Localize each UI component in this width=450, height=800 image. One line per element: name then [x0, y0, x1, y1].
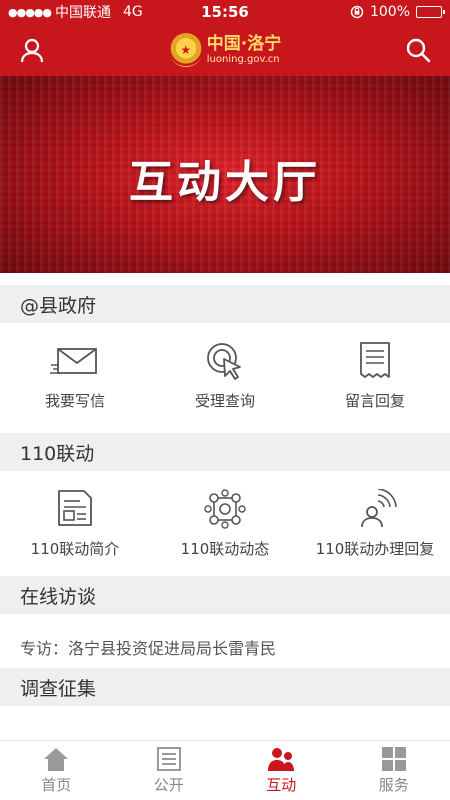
tab-interact-label: 互动: [266, 776, 297, 794]
tab-public-label: 公开: [153, 776, 184, 794]
write-letter-button[interactable]: 我要写信: [0, 323, 150, 431]
tab-service-label: 服务: [378, 776, 409, 794]
county-grid: 我要写信 受理查询 留言回复: [0, 323, 450, 431]
message-reply-button[interactable]: 留言回复: [300, 323, 450, 431]
logo-url: luoning.gov.cn: [206, 53, 280, 65]
linkage-reply-button[interactable]: 110联动办理回复: [300, 471, 450, 575]
query-cursor-icon: [207, 343, 241, 380]
section-header-survey: 调查征集: [0, 668, 450, 706]
tab-bar: 首页 公开 互动 服务: [0, 740, 450, 800]
people-icon: [268, 748, 295, 771]
linkage-intro-button[interactable]: 110联动简介: [0, 471, 150, 575]
user-icon[interactable]: [18, 36, 46, 64]
tab-public[interactable]: 公开: [113, 741, 226, 800]
linkage-news-button[interactable]: 110联动动态: [150, 471, 300, 575]
section-header-interview: 在线访谈: [0, 576, 450, 614]
status-time: 15:56: [201, 3, 249, 21]
hero-title: 互动大厅: [129, 157, 321, 208]
tab-service[interactable]: 服务: [338, 741, 450, 800]
linkage-news-label: 110联动动态: [180, 540, 270, 558]
agent-signal-icon: [361, 489, 397, 528]
tab-interact[interactable]: 互动: [225, 741, 338, 800]
logo-title: 中国·洛宁: [206, 33, 282, 54]
national-emblem-icon: ★: [168, 33, 203, 67]
battery-icon: [416, 6, 445, 18]
receipt-icon: [360, 342, 390, 378]
status-bar: ●●●●● 中国联通 4G 15:56 100%: [0, 0, 450, 24]
nav-bar: ★ 中国·洛宁 luoning.gov.cn: [0, 24, 450, 76]
hero-banner: 互动大厅: [0, 76, 450, 273]
section-header-county: @县政府: [0, 285, 450, 323]
message-reply-label: 留言回复: [344, 392, 405, 410]
linkage-intro-label: 110联动简介: [30, 540, 120, 558]
home-icon: [44, 748, 69, 771]
list-icon: [156, 747, 181, 771]
tab-home[interactable]: 首页: [0, 741, 113, 800]
query-status-button[interactable]: 受理查询: [150, 323, 300, 431]
write-letter-label: 我要写信: [44, 392, 105, 410]
tab-home-label: 首页: [41, 776, 72, 794]
search-icon[interactable]: [404, 36, 432, 64]
grid-icon: [381, 747, 406, 771]
network-nodes-icon: [204, 489, 246, 529]
envelope-icon: [50, 348, 97, 374]
linkage-reply-label: 110联动办理回复: [315, 540, 435, 558]
interview-item[interactable]: 专访：洛宁县投资促进局局长雷青民: [0, 626, 450, 668]
document-icon: [58, 490, 92, 526]
query-status-label: 受理查询: [194, 392, 255, 410]
site-logo[interactable]: ★ 中国·洛宁 luoning.gov.cn: [168, 33, 282, 67]
linkage-grid: 110联动简介 110联动动态 110联动办理回复: [0, 471, 450, 575]
section-header-110: 110联动: [0, 433, 450, 471]
